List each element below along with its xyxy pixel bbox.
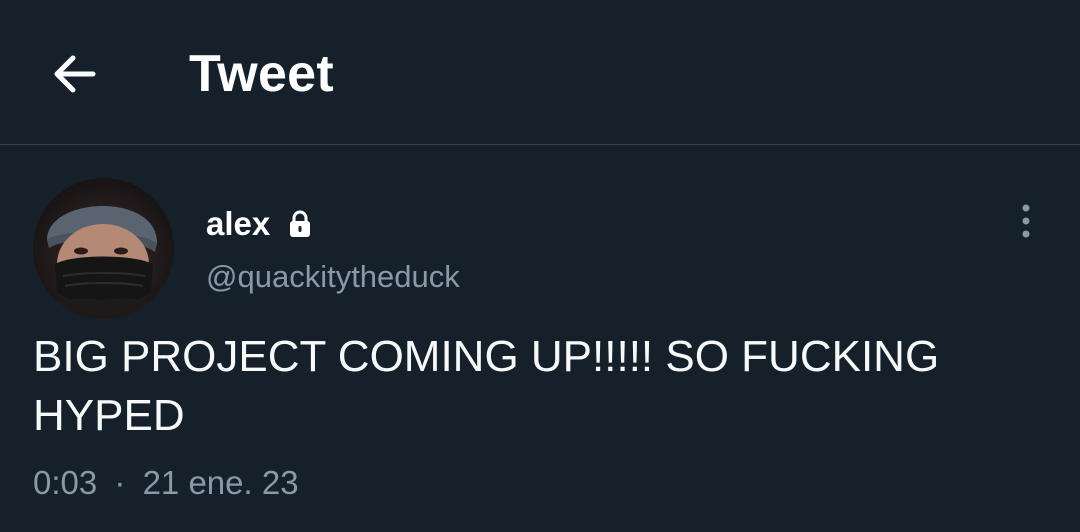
display-name[interactable]: alex xyxy=(206,204,270,244)
more-options-button[interactable] xyxy=(1010,203,1042,239)
page-title: Tweet xyxy=(189,45,335,103)
tweet-time: 0:03 xyxy=(33,464,98,501)
avatar[interactable] xyxy=(33,178,174,319)
more-vertical-icon xyxy=(1022,204,1030,238)
avatar-image xyxy=(33,178,174,319)
tweet: alex @quackitytheduck BIG PROJECT COMING… xyxy=(0,145,1080,532)
tweet-text: BIG PROJECT COMING UP!!!!! SO FUCKING HY… xyxy=(33,332,940,440)
back-button[interactable] xyxy=(40,40,108,108)
tweet-timestamp[interactable]: 0:03 · 21 ene. 23 xyxy=(33,463,299,503)
author-name[interactable]: alex xyxy=(206,204,312,244)
lock-icon xyxy=(288,209,312,239)
tweet-date: 21 ene. 23 xyxy=(142,464,299,501)
top-bar: Tweet xyxy=(0,0,1080,145)
username-handle[interactable]: @quackitytheduck xyxy=(206,257,460,297)
meta-separator: · xyxy=(114,464,126,501)
arrow-left-icon xyxy=(54,55,96,93)
